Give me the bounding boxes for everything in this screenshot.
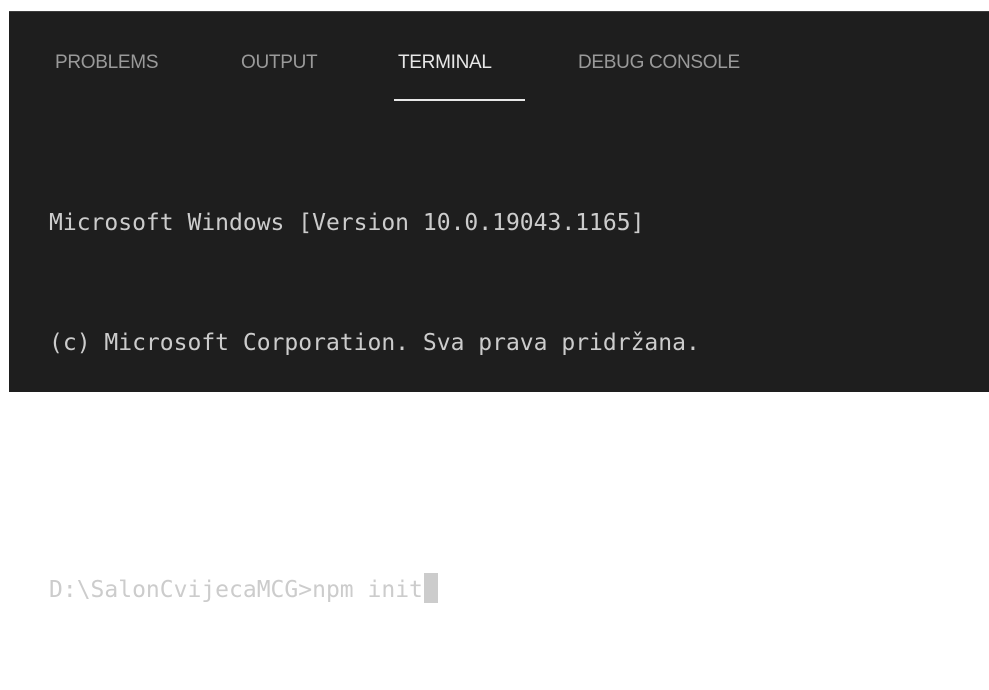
terminal-prompt-line[interactable]: D:\SalonCvijecaMCG>npm init bbox=[49, 570, 969, 610]
tab-problems[interactable]: PROBLEMS bbox=[55, 52, 158, 74]
terminal-line: Microsoft Windows [Version 10.0.19043.11… bbox=[49, 210, 645, 236]
terminal-line: (c) Microsoft Corporation. Sva prava pri… bbox=[49, 330, 700, 356]
tab-debug-console[interactable]: DEBUG CONSOLE bbox=[578, 52, 740, 74]
terminal-cursor bbox=[423, 573, 438, 603]
terminal-command: npm init bbox=[312, 577, 423, 603]
terminal-output[interactable]: Microsoft Windows [Version 10.0.19043.11… bbox=[49, 123, 969, 690]
terminal-prompt: D:\SalonCvijecaMCG> bbox=[49, 577, 313, 603]
tab-output[interactable]: OUTPUT bbox=[241, 52, 318, 74]
tab-terminal[interactable]: TERMINAL bbox=[398, 52, 492, 74]
terminal-panel: PROBLEMS OUTPUT TERMINAL DEBUG CONSOLE M… bbox=[9, 11, 989, 603]
panel-tab-bar: PROBLEMS OUTPUT TERMINAL DEBUG CONSOLE bbox=[9, 12, 989, 102]
active-tab-indicator bbox=[394, 99, 525, 101]
